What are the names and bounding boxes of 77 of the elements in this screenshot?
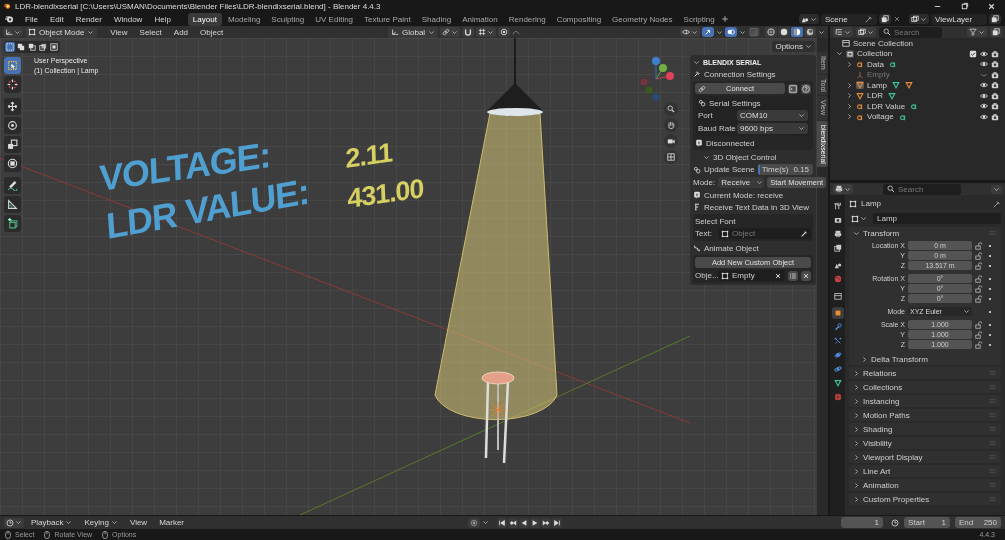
object-name-field[interactable]: Lamp [873, 213, 1001, 224]
workspace-tab[interactable]: Scripting [678, 12, 720, 26]
dropdown[interactable]: COM10 [737, 110, 808, 121]
field-label: Mode: [693, 178, 716, 187]
workspace-tab[interactable]: Animation [457, 12, 503, 26]
panel-header[interactable]: Transform [849, 227, 1001, 239]
row-label: Update Scene [704, 165, 755, 174]
panel-header[interactable]: Custom Properties [849, 493, 1001, 505]
section-label: Serial Settings [709, 98, 761, 108]
status-text: Current Mode: receive [704, 190, 784, 200]
panel-header[interactable]: Line Art [849, 465, 1001, 477]
panel-header[interactable]: Relations [849, 367, 1001, 379]
workspace-tab[interactable]: Sculpting [266, 12, 310, 26]
dropdown[interactable]: 9600 bps [737, 123, 808, 134]
workspace-tab[interactable]: Modeling [222, 12, 266, 26]
scene-field[interactable]: Scene [821, 13, 877, 25]
field-label: Baud Rate [698, 124, 734, 133]
panel-header[interactable]: Collections [849, 381, 1001, 393]
panel-header[interactable]: Viewport Display [849, 451, 1001, 463]
workspace-tab[interactable]: Rendering [503, 12, 551, 26]
workspace-tab[interactable]: Geometry Nodes [607, 12, 678, 26]
orientation-dropdown[interactable]: Global [388, 26, 439, 38]
menu-item[interactable]: Edit [44, 13, 69, 25]
view-layer-field[interactable]: ViewLayer [931, 13, 987, 25]
object-field[interactable]: Empty [718, 270, 785, 281]
outliner-item[interactable]: Data [867, 59, 884, 69]
start-frame-field[interactable]: Start 1 [904, 517, 950, 528]
section-label: Connection Settings [704, 69, 776, 79]
outliner-item[interactable]: Lamp [867, 80, 887, 90]
current-frame-field[interactable]: 1 [841, 517, 883, 528]
menu-item[interactable]: Add [168, 26, 194, 38]
panel-header[interactable]: Visibility [849, 437, 1001, 449]
panel-header[interactable]: Animation [849, 479, 1001, 491]
menu-item[interactable]: Help [149, 13, 176, 25]
menu-item[interactable]: Playback [26, 517, 78, 528]
workspace-tab[interactable]: Compositing [551, 12, 607, 26]
menu-item[interactable]: View [124, 517, 153, 528]
menu-item[interactable]: File [20, 13, 43, 25]
time-slider[interactable]: Time(s) 0.15 [757, 164, 813, 175]
menu-item[interactable]: Window [108, 13, 148, 25]
menu-item[interactable]: Keying [79, 517, 123, 528]
window-title: LDR-blendixserial [C:\Users\USMAN\Documents\Blender Files\LDR-blendixserial.blend] - Blender 4.4.3 [15, 1, 381, 11]
outliner-item[interactable]: Voltage [867, 112, 894, 122]
mode-dropdown[interactable]: Receive [718, 177, 765, 188]
section-label: Animate Object [704, 243, 759, 253]
workspace-tab[interactable]: Texture Paint [359, 12, 416, 26]
menu-item[interactable]: Object [195, 26, 229, 38]
mode-dropdown[interactable]: Object Mode [25, 26, 98, 38]
outliner-item[interactable]: LDR Value [867, 101, 906, 111]
field-label: Port [698, 111, 714, 120]
workspace-tab[interactable]: Shading [416, 12, 457, 26]
outliner-item[interactable]: LDR [867, 91, 883, 101]
status-text: Disconnected [706, 138, 755, 148]
options-dropdown[interactable]: Options [772, 41, 815, 52]
workspace-tab[interactable]: Layout [187, 12, 222, 26]
row-label: Receive Text Data in 3D View [704, 202, 810, 212]
menu-item[interactable]: Render [70, 13, 107, 25]
object-field[interactable]: Object [718, 228, 811, 239]
end-frame-field[interactable]: End 250 [955, 517, 1001, 528]
3d-text-value: 431.00 [346, 173, 424, 215]
3d-text-value: 2.11 [344, 137, 393, 175]
menu-item[interactable]: Marker [154, 517, 190, 528]
search-field[interactable]: Search [879, 26, 942, 38]
menu-item[interactable]: View [105, 26, 133, 38]
section-label: Select Font [695, 216, 736, 226]
object-title: Lamp [861, 199, 881, 208]
panel-header[interactable]: Shading [849, 423, 1001, 435]
outliner-item[interactable]: Scene Collection [853, 38, 914, 48]
panel-header[interactable]: Motion Paths [849, 409, 1001, 421]
field-label: Text: [695, 229, 713, 238]
panel-header[interactable]: Instancing [849, 395, 1001, 407]
menu-item[interactable]: Select [134, 26, 167, 38]
workspace-tab[interactable]: UV Editing [310, 12, 359, 26]
subpanel-title: 3D Object Control [713, 152, 777, 162]
subpanel-header[interactable]: Delta Transform [849, 353, 1001, 365]
outliner-item[interactable]: Collection [857, 49, 893, 59]
search-field[interactable]: Search [883, 183, 961, 195]
